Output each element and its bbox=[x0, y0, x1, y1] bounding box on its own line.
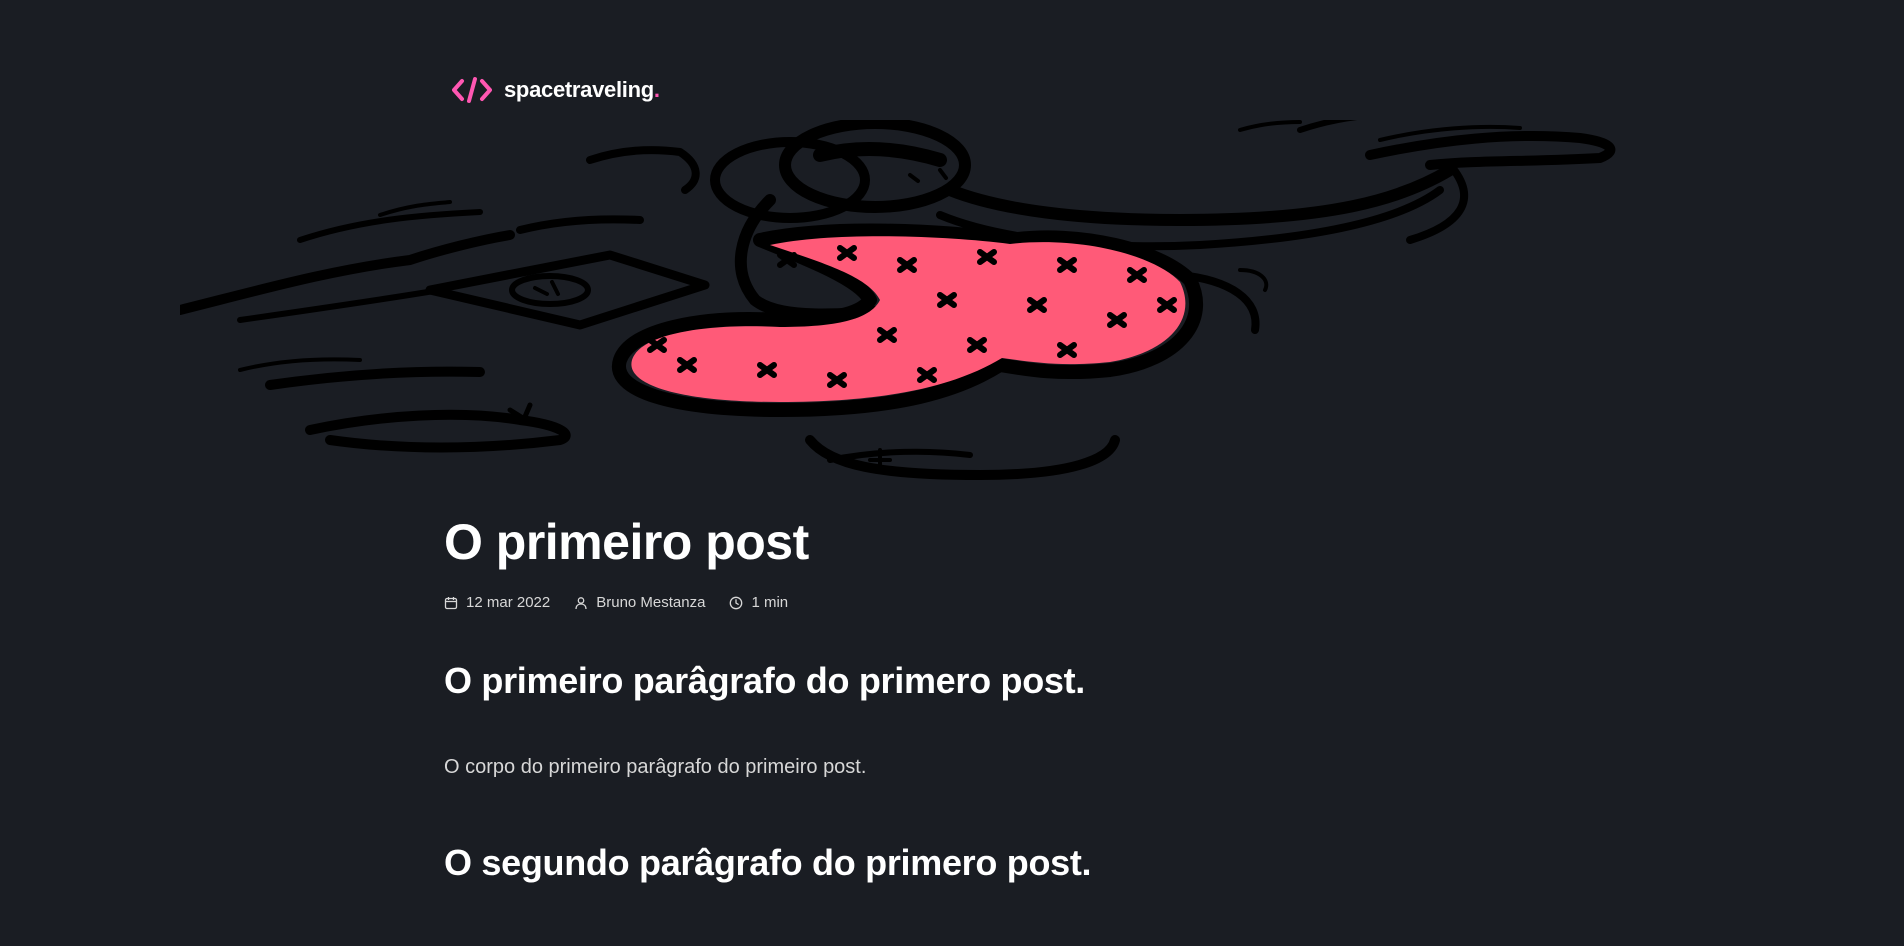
post-reading-time: 1 min bbox=[729, 594, 788, 611]
section-heading: O segundo parâgrafo do primero post. bbox=[444, 842, 1092, 883]
calendar-icon bbox=[444, 596, 458, 610]
post-author-text: Bruno Mestanza bbox=[596, 594, 706, 611]
section-heading: O primeiro parâgrafo do primero post. bbox=[444, 660, 1085, 701]
brand-name: spacetraveling bbox=[504, 77, 654, 102]
brand-dot: . bbox=[653, 77, 661, 102]
section-body: O corpo do primeiro parâgrafo do primeir… bbox=[444, 756, 867, 778]
post-meta: 12 mar 2022 Bruno Mestanza 1 min bbox=[444, 594, 1464, 611]
post-date-text: 12 mar 2022 bbox=[466, 594, 551, 611]
home-logo-link[interactable]: spacetraveling. bbox=[452, 75, 660, 105]
post-content: O primeiro post 12 mar 2022 Bruno Mestan… bbox=[444, 510, 1464, 885]
post-page: spacetraveling. O primeiro post 12 mar 2… bbox=[0, 0, 1904, 946]
clock-icon bbox=[729, 596, 743, 610]
post-banner-illustration bbox=[180, 120, 1720, 490]
post-date: 12 mar 2022 bbox=[444, 594, 550, 611]
post-title: O primeiro post bbox=[444, 514, 809, 570]
floating-person-illustration bbox=[180, 120, 1616, 480]
post-author: Bruno Mestanza bbox=[574, 594, 705, 611]
post-reading-time-text: 1 min bbox=[751, 594, 789, 611]
user-icon bbox=[574, 596, 588, 610]
code-brackets-icon bbox=[452, 75, 492, 105]
